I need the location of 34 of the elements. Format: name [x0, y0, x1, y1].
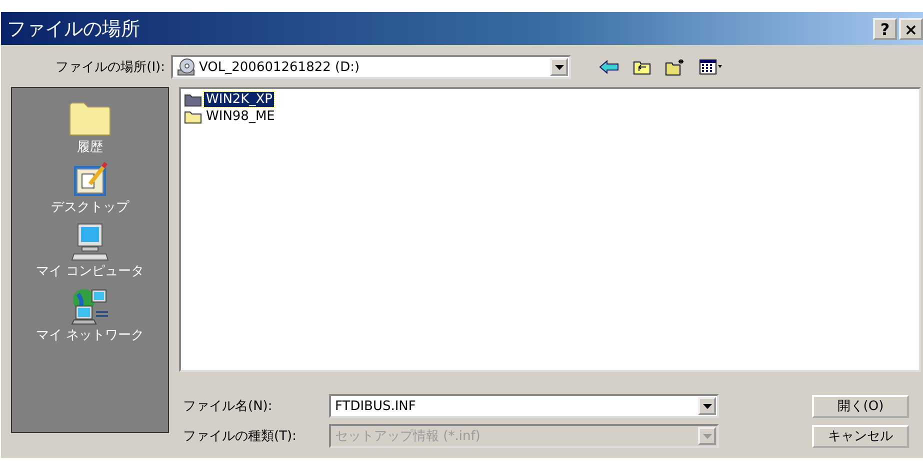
caret-icon — [702, 434, 712, 438]
dropdown-button[interactable] — [698, 397, 716, 415]
dropdown-button[interactable] — [550, 58, 568, 76]
folder-name[interactable]: WIN2K_XP — [204, 92, 274, 107]
file-list[interactable]: WIN2K_XP WIN98_ME — [179, 87, 921, 372]
caret-icon — [702, 404, 712, 408]
place-label[interactable]: マイ ネットワーク — [36, 326, 144, 344]
open-button[interactable]: 開く(O) — [812, 394, 909, 418]
folder-up-icon[interactable] — [633, 59, 651, 75]
drive-name: VOL_200601261822 (D:) — [199, 60, 361, 74]
caret-icon — [554, 64, 564, 70]
desktop-icon — [72, 162, 108, 198]
file-name-label: ファイル名(N): — [182, 398, 274, 415]
place-label[interactable]: 履歴 — [77, 138, 103, 156]
folder-icon — [68, 100, 112, 138]
new-folder-icon[interactable] — [665, 58, 685, 76]
folder-icon — [184, 109, 202, 124]
file-name-field[interactable]: FTDIBUS.INF — [329, 394, 719, 418]
location-label: ファイルの場所(I): — [54, 59, 166, 76]
network-icon — [70, 286, 110, 326]
folder-name[interactable]: WIN98_ME — [204, 109, 277, 124]
location-dropdown[interactable]: VOL_200601261822 (D:) — [171, 55, 571, 79]
cancel-button[interactable]: キャンセル — [812, 424, 909, 448]
file-type-label: ファイルの種類(T): — [182, 428, 298, 445]
cd-drive-icon — [177, 58, 195, 76]
view-menu-icon[interactable] — [699, 59, 723, 75]
computer-icon — [70, 222, 110, 262]
back-arrow-icon[interactable] — [599, 60, 619, 74]
place-label[interactable]: マイ コンピュータ — [36, 262, 144, 280]
folder-icon — [184, 92, 202, 107]
place-label[interactable]: デスクトップ — [51, 198, 129, 216]
help-button[interactable]: ? — [873, 18, 897, 40]
window-title: ファイルの場所 — [7, 16, 140, 42]
close-button[interactable]: × — [899, 18, 923, 40]
